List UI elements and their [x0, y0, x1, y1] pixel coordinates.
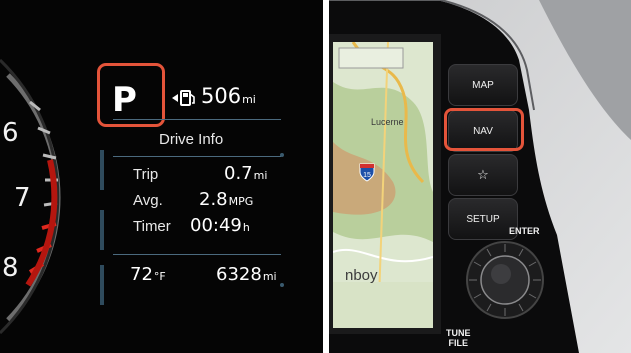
map-graphic	[333, 42, 433, 328]
temp-unit: °F	[153, 270, 166, 283]
avg-number: 2.8	[199, 189, 228, 210]
trip-number: 0.7	[224, 163, 253, 184]
odometer-value: 6328	[216, 264, 262, 285]
tune-label-line1: TUNE	[446, 328, 471, 338]
outside-temperature: 72°F	[130, 264, 166, 285]
nav-highlight-box	[444, 108, 524, 151]
range-unit: mi	[242, 93, 256, 106]
range-value: 506	[201, 84, 242, 108]
divider-title	[113, 156, 281, 157]
odometer-unit: mi	[262, 270, 277, 283]
map-button-label: MAP	[472, 79, 494, 91]
gauge-number-7: 7	[14, 183, 31, 213]
odometer: 6328mi	[216, 264, 277, 285]
avg-unit: MPG	[228, 195, 254, 208]
tachometer-gauge	[0, 58, 284, 335]
divider-bottom	[113, 254, 281, 255]
timer-number: 00:49	[190, 215, 242, 236]
fuel-pump-icon	[172, 90, 195, 106]
setup-button[interactable]: SETUP	[448, 198, 518, 240]
timer-unit: h	[242, 221, 250, 234]
setup-button-label: SETUP	[466, 213, 500, 225]
gauge-number-8: 8	[2, 253, 19, 283]
trip-label: Trip	[133, 166, 159, 183]
tune-label-line2: FILE	[448, 338, 469, 348]
timer-label: Timer	[133, 218, 171, 235]
head-unit-panel: Lucerne 15 nboy MAP NAV ☆ SETUP ENTER TU…	[329, 0, 631, 353]
tune-file-knob[interactable]	[465, 240, 545, 320]
divider-top	[113, 119, 281, 120]
map-place-label: nboy	[345, 267, 378, 284]
map-button[interactable]: MAP	[448, 64, 518, 106]
tune-file-label: TUNE FILE	[446, 328, 471, 348]
highway-shield-icon: 15	[359, 163, 375, 182]
favorite-button[interactable]: ☆	[448, 154, 518, 196]
gauge-number-6: 6	[2, 118, 19, 148]
instrument-cluster: 6 7 8 P 506mi Drive Info Trip 0.7mi Avg.…	[0, 0, 323, 353]
drive-info-title: Drive Info	[159, 131, 224, 148]
avg-value: 2.8MPG	[199, 189, 253, 210]
enter-label: ENTER	[509, 226, 540, 236]
star-icon: ☆	[477, 167, 489, 182]
avg-label: Avg.	[133, 192, 163, 209]
highway-number: 15	[363, 172, 371, 179]
trip-value: 0.7mi	[224, 163, 267, 184]
trip-unit: mi	[253, 169, 268, 182]
gear-indicator: P	[112, 80, 137, 120]
temp-value: 72	[130, 264, 153, 285]
map-town-label: Lucerne	[371, 117, 404, 127]
fuel-range: 506mi	[201, 84, 256, 108]
timer-value: 00:49h	[190, 215, 250, 236]
navigation-map-screen[interactable]: Lucerne 15 nboy	[333, 42, 433, 328]
